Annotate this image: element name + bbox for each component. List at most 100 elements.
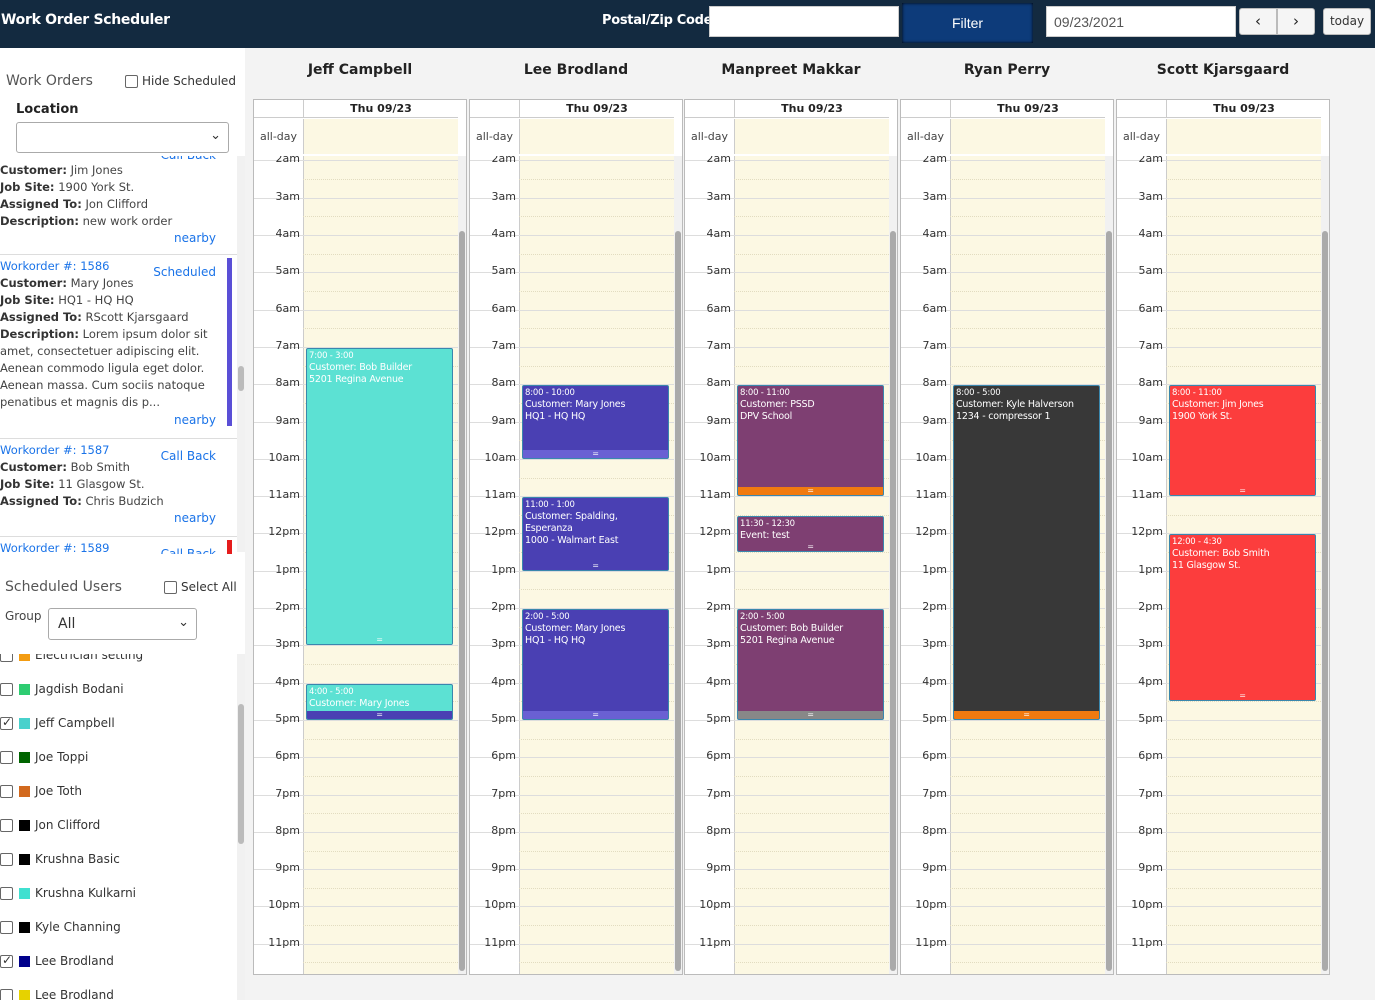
user-checkbox[interactable] [0, 953, 13, 968]
user-row[interactable]: Lee Brodland [0, 985, 114, 1000]
all-day-cell[interactable] [303, 119, 458, 154]
filter-button[interactable]: Filter [902, 3, 1033, 43]
user-list[interactable]: Electrician setting Jagdish Bodani Jeff Ca… [0, 654, 237, 1000]
user-checkbox[interactable] [0, 988, 13, 1000]
calendar-event[interactable]: 8:00 - 5:00 Customer: Kyle Halverson 1234 … [953, 385, 1100, 720]
hour-cell[interactable] [303, 943, 458, 974]
group-select[interactable]: All ⌄ [48, 608, 197, 640]
work-order-item[interactable]: Call Back Customer: Jim Jones Job Site: … [0, 156, 232, 252]
location-select[interactable]: ⌄ [16, 122, 229, 153]
user-row[interactable]: Krushna Basic [0, 849, 120, 869]
work-order-item[interactable]: Workorder #: 1589 Call Back [0, 540, 232, 554]
hour-label: 10am [268, 450, 300, 464]
calendar-event[interactable]: 2:00 - 5:00 Customer: Bob Builder 5201 Reg… [737, 609, 884, 720]
nearby-link[interactable]: nearby [174, 230, 216, 247]
user-row[interactable]: Krushna Kulkarni [0, 883, 136, 903]
next-day-button[interactable]: › [1277, 8, 1315, 35]
hour-cell[interactable] [1166, 943, 1321, 974]
scrollbar-thumb[interactable] [1106, 231, 1112, 971]
calendar-event[interactable]: 12:00 - 4:30 Customer: Bob Smith 11 Glasgo… [1169, 534, 1316, 702]
date-input[interactable] [1046, 6, 1236, 37]
calendar-event[interactable]: 8:00 - 11:00 Customer: PSSD DPV School = [737, 385, 884, 497]
column-scrollbar[interactable] [674, 156, 682, 974]
calendar-event[interactable]: 7:00 - 3:00 Customer: Bob Builder 5201 Reg… [306, 347, 453, 646]
user-checkbox[interactable] [0, 715, 13, 730]
user-row[interactable]: Jeff Campbell [0, 713, 115, 733]
select-all-checkbox[interactable] [164, 580, 177, 594]
calendar-event[interactable]: 8:00 - 10:00 Customer: Mary Jones HQ1 - HQ… [522, 385, 669, 459]
half-hour-line [1166, 813, 1321, 815]
user-checkbox[interactable] [0, 784, 13, 798]
event-resize-handle[interactable]: = [738, 543, 883, 552]
user-row[interactable]: Jon Clifford [0, 815, 100, 835]
hour-label: 1pm [491, 562, 516, 576]
scrollbar-thumb[interactable] [1322, 231, 1328, 971]
event-resize-handle[interactable]: = [307, 710, 452, 719]
scrollbar-thumb[interactable] [238, 366, 244, 391]
time-grid[interactable]: 2am 3am 4am 5am 6am 7am 8am 9am 10am 11am 12pm 1pm 2… [1117, 156, 1321, 974]
event-resize-handle[interactable]: = [523, 561, 668, 570]
event-resize-handle[interactable]: = [738, 487, 883, 496]
event-resize-handle[interactable]: = [523, 710, 668, 719]
work-order-item[interactable]: Workorder #: 1586 Scheduled Customer: Ma… [0, 258, 232, 428]
work-order-item[interactable]: Workorder #: 1587 Call Back Customer: Bo… [0, 442, 232, 532]
hour-label: 6pm [922, 749, 947, 763]
user-checkbox[interactable] [0, 886, 13, 900]
calendar-event[interactable]: 11:00 - 1:00 Customer: Spalding, Esperanz… [522, 497, 669, 571]
users-scrollbar[interactable] [237, 654, 245, 1000]
user-row[interactable]: Electrician setting [0, 654, 143, 665]
all-day-cell[interactable] [1166, 119, 1321, 154]
hide-scheduled-toggle[interactable]: Hide Scheduled [125, 74, 236, 88]
time-grid[interactable]: 2am 3am 4am 5am 6am 7am 8am 9am 10am 11am 12pm 1pm 2… [901, 156, 1105, 974]
calendar-event[interactable]: 11:30 - 12:30 Event: test = [737, 515, 884, 553]
hour-cell[interactable] [519, 943, 674, 974]
event-resize-handle[interactable]: = [738, 710, 883, 719]
user-checkbox[interactable] [0, 750, 13, 764]
user-row[interactable]: Lee Brodland [0, 951, 114, 971]
select-all-toggle[interactable]: Select All [164, 580, 237, 594]
nearby-link[interactable]: nearby [174, 412, 216, 429]
column-scrollbar[interactable] [889, 156, 897, 974]
event-resize-handle[interactable]: = [1170, 692, 1315, 701]
work-order-list[interactable]: Call Back Customer: Jim Jones Job Site: … [0, 156, 237, 554]
user-checkbox[interactable] [0, 654, 13, 662]
calendar-event[interactable]: 4:00 - 5:00Customer: Mary JonesHQ1 - HQ … [306, 683, 453, 720]
time-grid[interactable]: 2am 3am 4am 5am 6am 7am 8am 9am 10am 11am 12pm 1pm 2… [470, 156, 674, 974]
user-row[interactable]: Kyle Channing [0, 917, 121, 937]
event-resize-handle[interactable]: = [954, 710, 1099, 719]
time-grid[interactable]: 2am 3am 4am 5am 6am 7am 8am 9am 10am 11am 12pm 1pm 2… [254, 156, 458, 974]
user-row[interactable]: Joe Toth [0, 781, 82, 801]
column-scrollbar[interactable] [458, 156, 466, 974]
event-resize-handle[interactable]: = [1170, 487, 1315, 496]
all-day-cell[interactable] [950, 119, 1105, 154]
column-scrollbar[interactable] [1105, 156, 1113, 974]
hour-cell[interactable] [734, 943, 889, 974]
scrollbar-thumb[interactable] [675, 231, 681, 971]
user-checkbox[interactable] [0, 682, 13, 696]
scrollbar-thumb[interactable] [890, 231, 896, 971]
user-checkbox[interactable] [0, 852, 13, 866]
hide-scheduled-checkbox[interactable] [125, 74, 138, 88]
work-orders-scrollbar[interactable] [237, 156, 245, 552]
scrollbar-thumb[interactable] [459, 231, 465, 971]
calendar-event[interactable]: 8:00 - 11:00 Customer: Jim Jones 1900 York… [1169, 385, 1316, 497]
event-resize-handle[interactable]: = [307, 636, 452, 645]
user-row[interactable]: Joe Toppi [0, 747, 88, 767]
column-scrollbar[interactable] [1321, 156, 1329, 974]
hour-cell[interactable] [950, 943, 1105, 974]
all-day-cell[interactable] [734, 119, 889, 154]
user-checkbox[interactable] [0, 920, 13, 934]
user-checkbox[interactable] [0, 818, 13, 832]
scrollbar-thumb[interactable] [238, 704, 244, 844]
event-resize-handle[interactable]: = [523, 449, 668, 458]
prev-day-button[interactable]: ‹ [1239, 8, 1277, 35]
calendar-event[interactable]: 2:00 - 5:00 Customer: Mary Jones HQ1 - HQ … [522, 609, 669, 720]
hour-label: 7pm [922, 786, 947, 800]
user-row[interactable]: Jagdish Bodani [0, 679, 124, 699]
all-day-cell[interactable] [519, 119, 674, 154]
nearby-link[interactable]: nearby [174, 510, 216, 527]
half-hour-line [1166, 291, 1321, 293]
today-button[interactable]: today [1323, 8, 1371, 35]
time-grid[interactable]: 2am 3am 4am 5am 6am 7am 8am 9am 10am 11am 12pm 1pm 2… [685, 156, 889, 974]
postal-code-input[interactable] [709, 6, 899, 37]
